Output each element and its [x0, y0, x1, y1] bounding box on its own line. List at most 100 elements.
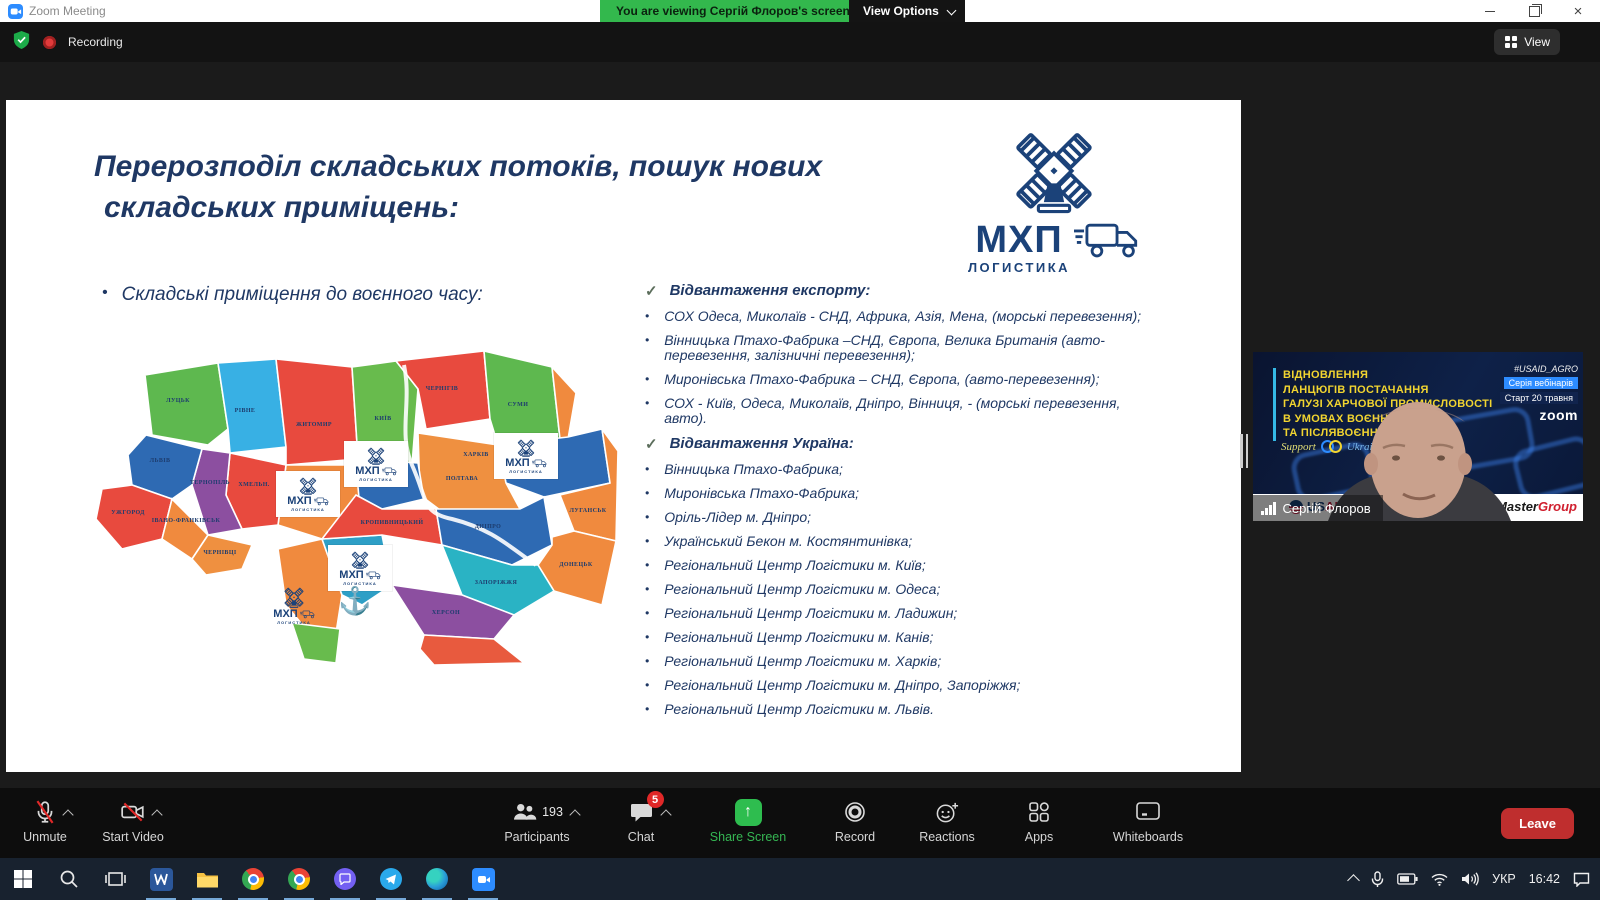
- audio-level-icon: [1261, 502, 1276, 515]
- anchor-icon: ⚓: [338, 585, 372, 617]
- list-item: •Регіональний Центр Логістики м. Київ;: [645, 558, 1145, 573]
- map-region-label: ХМЕЛЬН.: [238, 482, 269, 488]
- bullet-icon: •: [645, 372, 649, 387]
- windows-taskbar: УКР 16:42: [0, 858, 1600, 900]
- window-title: Zoom Meeting: [29, 4, 106, 18]
- map-region-label: ЖИТОМИР: [296, 422, 332, 428]
- map-region-label: ЧЕРНІВЦІ: [203, 550, 236, 556]
- grid-icon: [1504, 35, 1518, 49]
- mhp-marker-cherkasy: МХП ЛОГИСТИКА: [344, 441, 408, 487]
- apps-button[interactable]: Apps: [1008, 797, 1070, 844]
- participants-button[interactable]: 193 Participants: [494, 797, 580, 844]
- tray-battery-icon[interactable]: [1397, 873, 1418, 885]
- slide-left-bullet: • Складські приміщення до воєнного часу:: [102, 284, 483, 306]
- chevron-up-icon[interactable]: [151, 809, 162, 820]
- taskbar-chrome-1[interactable]: [230, 858, 276, 900]
- reactions-button[interactable]: Reactions: [916, 797, 978, 844]
- search-icon: [59, 869, 79, 889]
- map-region-label: ІВАНО-ФРАНКІВСЬК: [152, 518, 220, 524]
- check-icon: ✓: [645, 435, 658, 453]
- share-screen-button[interactable]: ↑ Share Screen: [702, 797, 794, 844]
- taskbar-zoom[interactable]: [460, 858, 506, 900]
- map-region-label: СУМИ: [508, 402, 529, 408]
- tray-expand-icon[interactable]: [1347, 874, 1360, 887]
- microphone-muted-icon: [32, 799, 58, 825]
- unmute-button[interactable]: Unmute: [14, 797, 76, 844]
- map-region-label: ЛУГАНСЬК: [570, 508, 607, 514]
- chevron-down-icon: [946, 6, 956, 16]
- list-item: •СОХ Одеса, Миколаїв - СНД, Африка, Азія…: [645, 309, 1145, 324]
- list-item: •Український Бекон м. Костянтинівка;: [645, 534, 1145, 549]
- taskbar-chrome-2[interactable]: [276, 858, 322, 900]
- mhp-marker-vinnytsia: МХП ЛОГИСТИКА: [276, 471, 340, 517]
- language-indicator[interactable]: УКР: [1492, 872, 1516, 886]
- truck-icon: [1074, 222, 1140, 260]
- list-item: •Миронівська Птахо-Фабрика;: [645, 486, 1145, 501]
- zoom-control-bar: Unmute Start Video: [0, 788, 1600, 858]
- windmill-icon: [1004, 130, 1104, 218]
- start-button[interactable]: [0, 858, 46, 900]
- start-video-button[interactable]: Start Video: [102, 797, 164, 844]
- list-item: •Вінницька Птахо-Фабрика –СНД, Європа, В…: [645, 333, 1145, 363]
- mhp-marker-kharkiv: МХП ЛОГИСТИКА: [494, 433, 558, 479]
- bullet-icon: •: [645, 486, 649, 501]
- presentation-slide: Перерозподіл складських потоків, пошук н…: [6, 100, 1241, 772]
- taskbar-telegram[interactable]: [368, 858, 414, 900]
- view-button[interactable]: View: [1494, 29, 1560, 55]
- apps-icon: [1027, 800, 1051, 824]
- tray-mic-icon[interactable]: [1371, 871, 1384, 888]
- zoom-meeting-window: Zoom Meeting You are viewing Сергій Флор…: [0, 0, 1600, 900]
- bullet-icon: •: [645, 678, 649, 693]
- bullet-icon: •: [645, 630, 649, 645]
- taskbar-file-explorer[interactable]: [184, 858, 230, 900]
- taskbar-viber[interactable]: [322, 858, 368, 900]
- bullet-icon: •: [645, 510, 649, 525]
- recording-icon[interactable]: [43, 36, 56, 49]
- leave-button[interactable]: Leave: [1501, 808, 1574, 839]
- chevron-up-icon[interactable]: [660, 809, 671, 820]
- bullet-icon: •: [645, 309, 649, 324]
- restore-button[interactable]: [1512, 0, 1556, 22]
- mhp-logistics-logo: МХП ЛОГИСТИКА: [964, 130, 1144, 275]
- tray-wifi-icon[interactable]: [1431, 873, 1448, 886]
- list-item: •СОХ - Київ, Одеса, Миколаїв, Дніпро, Ві…: [645, 396, 1145, 426]
- bullet-icon: •: [645, 606, 649, 621]
- taskbar-word[interactable]: [138, 858, 184, 900]
- clock[interactable]: 16:42: [1529, 872, 1560, 886]
- share-screen-icon: ↑: [735, 799, 762, 826]
- reactions-icon: [935, 800, 960, 825]
- task-view-button[interactable]: [92, 858, 138, 900]
- list-item: •Регіональний Центр Логістики м. Харків;: [645, 654, 1145, 669]
- list-item: •Оріль-Лідер м. Дніпро;: [645, 510, 1145, 525]
- chevron-up-icon[interactable]: [569, 809, 580, 820]
- map-region-label: УЖГОРОД: [111, 510, 145, 516]
- zoom-app-icon: [8, 4, 23, 19]
- panel-resize-handle[interactable]: [1240, 434, 1248, 468]
- tray-volume-icon[interactable]: [1461, 872, 1479, 886]
- security-shield-icon[interactable]: [12, 30, 31, 55]
- record-button[interactable]: Record: [824, 797, 886, 844]
- bullet-icon: •: [645, 702, 649, 717]
- participants-count: 193: [542, 805, 563, 819]
- participant-video-tile[interactable]: ВІДНОВЛЕННЯЛАНЦЮГІВ ПОСТАЧАННЯГАЛУЗІ ХАР…: [1253, 352, 1583, 521]
- close-button[interactable]: ×: [1556, 0, 1600, 22]
- windows-logo-icon: [13, 869, 33, 889]
- search-button[interactable]: [46, 858, 92, 900]
- minimize-button[interactable]: [1468, 0, 1512, 22]
- action-center-icon[interactable]: [1573, 872, 1590, 887]
- participant-name-bar: Сергій Флоров: [1253, 495, 1383, 521]
- whiteboards-button[interactable]: Whiteboards: [1100, 797, 1196, 844]
- map-region-label: ТЕРНОПІЛЬ: [190, 480, 230, 486]
- chevron-up-icon[interactable]: [62, 809, 73, 820]
- map-region-label: ЧЕРНІГІВ: [426, 386, 458, 392]
- view-options-button[interactable]: View Options: [849, 0, 965, 22]
- check-icon: ✓: [645, 282, 658, 300]
- bullet-icon: •: [645, 333, 649, 363]
- chat-button[interactable]: 5 Chat: [610, 797, 672, 844]
- map-region-label: ДОНЕЦЬК: [559, 562, 592, 568]
- map-region-label: ЗАПОРІЖЖЯ: [475, 580, 517, 586]
- window-titlebar: Zoom Meeting You are viewing Сергій Флор…: [0, 0, 1600, 22]
- participants-icon: [511, 800, 537, 824]
- list-section-header: ✓Відвантаження експорту:: [645, 282, 1145, 300]
- taskbar-edge[interactable]: [414, 858, 460, 900]
